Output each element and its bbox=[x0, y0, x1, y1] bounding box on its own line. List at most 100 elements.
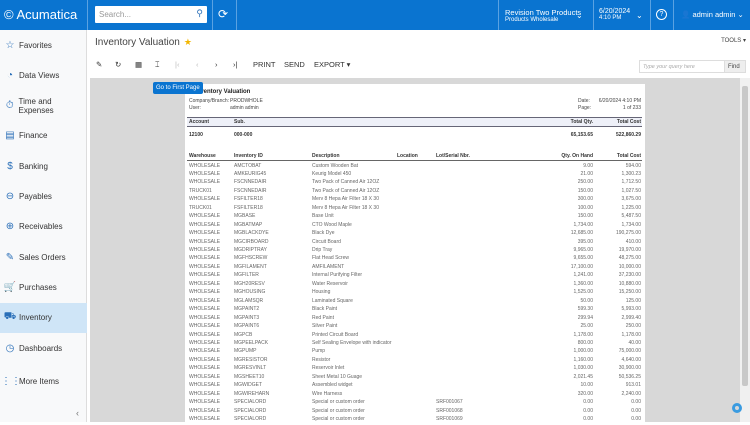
table-row: TRUCK01 FSCNNEDAIR Two Pack of Canned Air … bbox=[185, 188, 645, 197]
cell: WHOLESALE bbox=[189, 348, 221, 355]
sidebar-item-inventory[interactable]: ⛟ Inventory bbox=[0, 302, 87, 333]
next-page-icon[interactable]: › bbox=[215, 60, 218, 69]
table-row: WHOLESALE MGLAMSQR Laminated Square 50.00 12… bbox=[185, 298, 645, 307]
cell: 300.00 bbox=[577, 196, 593, 203]
cell: 800.00 bbox=[577, 339, 593, 346]
collapse-sidebar-icon[interactable]: ‹ bbox=[76, 408, 79, 418]
cell: AMFILAMENT bbox=[312, 263, 345, 270]
cell: MGPEELPACK bbox=[234, 339, 269, 346]
cell: TRUCK01 bbox=[189, 187, 212, 194]
cell: Pump bbox=[312, 348, 326, 355]
cell: 0.00 bbox=[631, 399, 641, 406]
sidebar-item-label: Purchases bbox=[19, 282, 57, 292]
sidebar-item-banking[interactable]: $ Banking bbox=[0, 151, 87, 181]
help-icon[interactable]: ? bbox=[656, 9, 667, 20]
table-row: WHOLESALE MGCIRBOARD Circuit Board 395.00 41… bbox=[185, 239, 645, 248]
send-button[interactable]: SEND bbox=[284, 60, 305, 69]
cell: MGBATMAP bbox=[234, 221, 263, 228]
sidebar-item-finance[interactable]: ▤ Finance bbox=[0, 121, 87, 151]
sidebar-icon: ◷ bbox=[5, 342, 15, 354]
group-icon[interactable]: ⌶ bbox=[155, 60, 160, 70]
table-row: WHOLESALE MGFHSCREW Flat Head Screw 9,655.0… bbox=[185, 255, 645, 264]
cell: MGPCB bbox=[234, 331, 253, 338]
cell: Self Sealing Envelope with indicator bbox=[312, 339, 392, 346]
cell: MGPAINT3 bbox=[234, 314, 260, 321]
sidebar-item-label: Payables bbox=[19, 192, 52, 201]
refresh-icon[interactable]: ↻ bbox=[115, 60, 121, 69]
branch-selector[interactable]: Revision Two Products Products Wholesale bbox=[505, 8, 581, 23]
logo-icon: © bbox=[4, 7, 14, 22]
cell: WHOLESALE bbox=[189, 170, 221, 177]
cell: 1,178.00 bbox=[621, 331, 641, 338]
cell: 10,000.00 bbox=[618, 263, 641, 270]
previous-page-icon[interactable]: ‹ bbox=[196, 60, 199, 69]
search-input[interactable]: Search... ⚲ bbox=[95, 6, 207, 23]
cell: 12,685.00 bbox=[570, 230, 593, 237]
table-row: WHOLESALE FSFILTER18 Merv 8 Hepa Air Filte… bbox=[185, 196, 645, 205]
sidebar-item-purchases[interactable]: 🛒 Purchases bbox=[0, 272, 87, 302]
cell: 2,021.45 bbox=[573, 373, 593, 380]
tools-menu[interactable]: TOOLS ▾ bbox=[721, 37, 746, 44]
cell: 1,712.50 bbox=[621, 179, 641, 186]
table-row: WHOLESALE MGDRIPTRAY Drip Tray 9,965.00 19,9… bbox=[185, 247, 645, 256]
cell: 150.00 bbox=[577, 213, 593, 220]
cell: MGRESISTOR bbox=[234, 356, 268, 363]
sidebar-item-dashboards[interactable]: ◷ Dashboards bbox=[0, 333, 87, 363]
cell: 250.00 bbox=[625, 323, 641, 330]
sidebar-item-receivables[interactable]: ⊕ Receivables bbox=[0, 212, 87, 242]
cell: 150.00 bbox=[577, 187, 593, 194]
cell: 250.00 bbox=[577, 179, 593, 186]
table-row: WHOLESALE SPECIALORD Special or custom ord… bbox=[185, 416, 645, 425]
first-page-icon[interactable]: |‹ bbox=[175, 60, 179, 69]
search-icon: ⚲ bbox=[196, 8, 203, 18]
cell: 21.00 bbox=[580, 170, 593, 177]
sidebar-icon: ✎ bbox=[5, 251, 15, 263]
cell: 1,360.00 bbox=[573, 280, 593, 287]
report-title: Inventory Valuation bbox=[195, 89, 251, 95]
query-input[interactable]: Type your query here bbox=[639, 60, 725, 73]
print-button[interactable]: PRINT bbox=[253, 60, 276, 69]
table-row: WHOLESALE MGPAINT6 Silver Paint 25.00 250.00 bbox=[185, 323, 645, 332]
user-menu[interactable]: 👤 admin admin ⌄ bbox=[681, 10, 744, 19]
chevron-down-icon[interactable]: ⌄ bbox=[576, 11, 583, 20]
sidebar-item-favorites[interactable]: ☆ Favorites bbox=[0, 30, 87, 60]
cell: Wire Harness bbox=[312, 390, 343, 397]
sidebar-icon: ⊕ bbox=[5, 221, 15, 233]
sidebar-item-time-and-expenses[interactable]: ⏱ Time and Expenses bbox=[0, 91, 87, 121]
edit-icon[interactable]: ✎ bbox=[96, 60, 102, 69]
cell: SRF001069 bbox=[436, 416, 463, 422]
parameters-icon[interactable]: ▦ bbox=[135, 60, 142, 69]
logo[interactable]: © Acumatica bbox=[4, 7, 77, 22]
column-headers: Warehouse Inventory ID Description Location… bbox=[185, 153, 645, 162]
sidebar-item-sales-orders[interactable]: ✎ Sales Orders bbox=[0, 242, 87, 272]
date-selector[interactable]: 6/20/2024 4:10 PM bbox=[599, 8, 630, 21]
cell: Lot/Serial Nbr. bbox=[436, 153, 470, 159]
last-page-icon[interactable]: ›| bbox=[233, 60, 237, 69]
sidebar-icon: ☆ bbox=[5, 39, 15, 51]
cell: 30,900.00 bbox=[618, 365, 641, 372]
cell: WHOLESALE bbox=[189, 289, 221, 296]
cell: MGPUMP bbox=[234, 348, 257, 355]
favorite-star-icon[interactable]: ★ bbox=[184, 37, 192, 47]
export-button[interactable]: EXPORT ▾ bbox=[314, 60, 350, 69]
cell: WHOLESALE bbox=[189, 323, 221, 330]
cell: Internal Purifying Filter bbox=[312, 272, 363, 279]
chat-icon[interactable] bbox=[732, 403, 742, 413]
cell: Flat Head Screw bbox=[312, 255, 349, 262]
history-icon[interactable]: ⟳ bbox=[218, 7, 228, 21]
cell: 0.00 bbox=[631, 407, 641, 414]
table-row: WHOLESALE MGSHEET10 Sheet Metal 10 Guage 2,… bbox=[185, 374, 645, 383]
cell: MGBLACKDYE bbox=[234, 230, 269, 237]
cell: WHOLESALE bbox=[189, 297, 221, 304]
find-button[interactable]: Find bbox=[724, 60, 746, 73]
chevron-down-icon[interactable]: ⌄ bbox=[636, 11, 643, 20]
sidebar-item-more-items[interactable]: ⋮⋮ More Items bbox=[0, 366, 87, 396]
report-page: Inventory Valuation Company/Branch: PROD… bbox=[185, 84, 645, 422]
cell: MGDRIPTRAY bbox=[234, 247, 267, 253]
sidebar-item-payables[interactable]: ⊖ Payables bbox=[0, 182, 87, 212]
cell: 50,536.25 bbox=[618, 373, 641, 380]
table-row: WHOLESALE AMKEURIG45 Keurig Model 450 21.00… bbox=[185, 171, 645, 180]
cell: 3,675.00 bbox=[621, 196, 641, 203]
sidebar-item-data-views[interactable]: ◔ Data Views bbox=[0, 60, 87, 90]
scrollbar-thumb[interactable] bbox=[742, 86, 748, 386]
